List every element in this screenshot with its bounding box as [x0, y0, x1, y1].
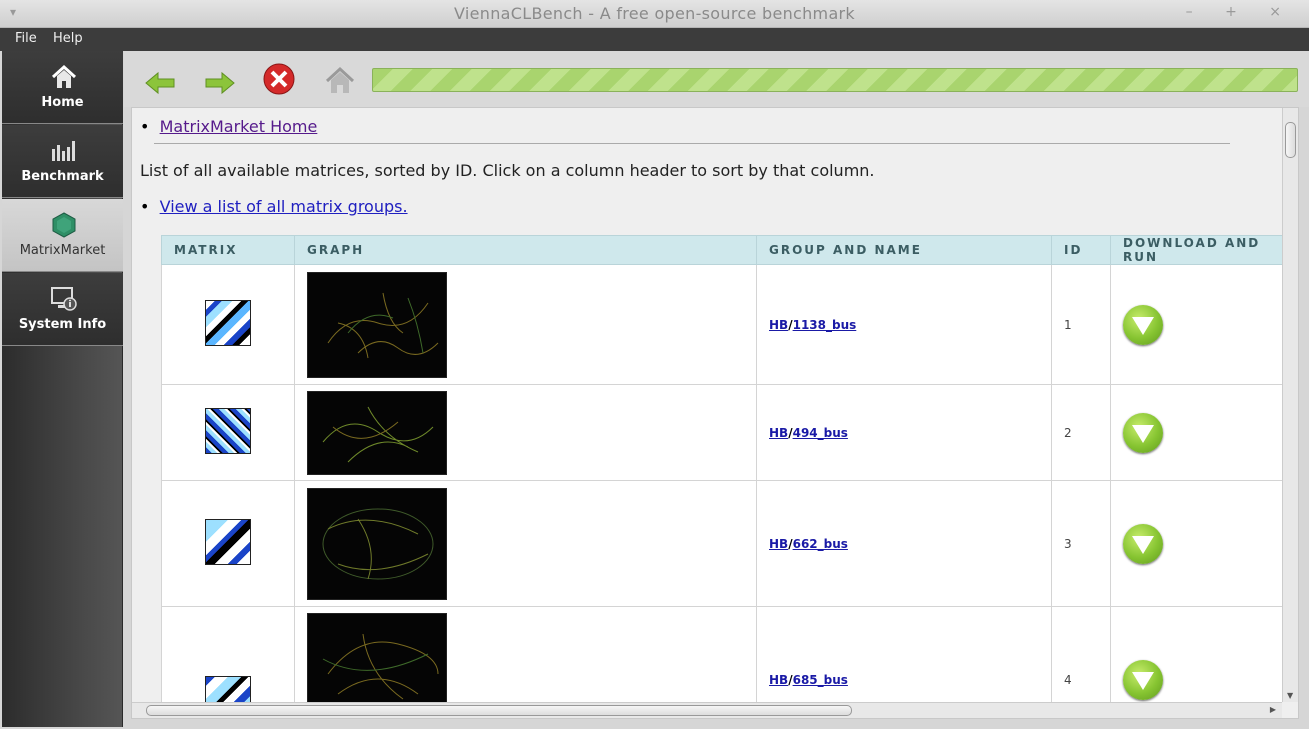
sidebar-item-system-info[interactable]: System Info	[2, 273, 123, 346]
matrix-groups-link[interactable]: View a list of all matrix groups.	[160, 197, 408, 216]
window-title: ViennaCLBench - A free open-source bench…	[454, 4, 855, 23]
sidebar-item-matrixmarket[interactable]: MatrixMarket	[2, 199, 123, 272]
table-row: HB/494_bus 2	[161, 384, 1282, 481]
matrix-graph-image[interactable]	[307, 487, 447, 600]
page-load-progress-bar	[372, 68, 1298, 92]
group-link[interactable]: HB	[769, 318, 788, 332]
matrix-id: 3	[1051, 480, 1111, 607]
bar-chart-icon	[52, 141, 75, 161]
matrix-sparsity-thumbnail[interactable]	[205, 676, 251, 702]
table-row: HB/662_bus 3	[161, 480, 1282, 607]
matrix-graph-image[interactable]	[307, 271, 447, 378]
sidebar-item-label: System Info	[18, 317, 107, 332]
vertical-scroll-thumb[interactable]	[1285, 122, 1296, 158]
horizontal-scrollbar[interactable]: ▶	[132, 702, 1282, 718]
matrix-id: 1	[1051, 264, 1111, 385]
web-view: • MatrixMarket Home List of all availabl…	[131, 107, 1299, 719]
download-and-run-button[interactable]	[1123, 412, 1163, 453]
scroll-right-arrow-icon[interactable]: ▶	[1270, 705, 1276, 714]
hexagon-icon	[52, 212, 76, 238]
matrix-name-link[interactable]: 494_bus	[793, 426, 848, 440]
group-link[interactable]: HB	[769, 426, 788, 440]
back-arrow-icon[interactable]	[140, 61, 180, 97]
matrix-sparsity-thumbnail[interactable]	[205, 518, 251, 565]
divider	[154, 143, 1230, 144]
horizontal-scroll-thumb[interactable]	[146, 705, 852, 716]
list-item: • MatrixMarket Home	[140, 117, 318, 136]
column-header-graph[interactable]: GRAPH	[294, 235, 757, 265]
matrix-id: 2	[1051, 384, 1111, 481]
stop-icon[interactable]	[260, 61, 300, 97]
download-and-run-button[interactable]	[1123, 523, 1163, 564]
vertical-scrollbar[interactable]: ▼	[1282, 108, 1298, 702]
column-header-download-and-run[interactable]: DOWNLOAD AND RUN	[1110, 235, 1282, 265]
menu-file[interactable]: File	[15, 31, 37, 46]
list-item: • View a list of all matrix groups.	[140, 197, 408, 216]
computer-info-icon	[51, 287, 77, 311]
matrix-graph-image[interactable]	[307, 390, 447, 475]
download-and-run-button[interactable]	[1123, 304, 1163, 345]
sidebar-item-label: MatrixMarket	[19, 243, 106, 258]
matrix-name-link[interactable]: 1138_bus	[793, 318, 857, 332]
menu-bar: File Help	[0, 28, 1309, 51]
toolbar	[124, 51, 1309, 107]
column-header-matrix[interactable]: MATRIX	[161, 235, 295, 265]
home-icon	[51, 64, 77, 88]
column-header-group-and-name[interactable]: GROUP AND NAME	[756, 235, 1052, 265]
sidebar-item-label: Home	[41, 95, 84, 110]
page-content: • MatrixMarket Home List of all availabl…	[132, 108, 1282, 702]
matrixmarket-home-link[interactable]: MatrixMarket Home	[160, 117, 318, 136]
matrix-id: 4	[1051, 606, 1111, 702]
matrix-name-link[interactable]: 662_bus	[793, 537, 848, 551]
title-bar: ▾ ViennaCLBench - A free open-source ben…	[0, 0, 1309, 28]
group-link[interactable]: HB	[769, 537, 788, 551]
window-controls[interactable]: – + ×	[1186, 4, 1295, 20]
intro-text: List of all available matrices, sorted b…	[140, 161, 875, 180]
column-header-id[interactable]: ID	[1051, 235, 1111, 265]
group-link[interactable]: HB	[769, 673, 788, 687]
menu-help[interactable]: Help	[53, 31, 83, 46]
scroll-down-arrow-icon[interactable]: ▼	[1287, 691, 1293, 700]
table-header-row: MATRIX GRAPH GROUP AND NAME ID DOWNLOAD …	[161, 235, 1282, 265]
sidebar-item-benchmark[interactable]: Benchmark	[2, 125, 123, 198]
matrix-table: MATRIX GRAPH GROUP AND NAME ID DOWNLOAD …	[161, 235, 1282, 702]
home-icon[interactable]	[320, 61, 360, 97]
forward-arrow-icon[interactable]	[200, 61, 240, 97]
sidebar: Home Benchmark MatrixMarket System Info	[2, 51, 123, 727]
download-and-run-button[interactable]	[1123, 659, 1163, 700]
sidebar-item-label: Benchmark	[21, 169, 104, 184]
table-row: HB/685_bus 4	[161, 606, 1282, 702]
matrix-sparsity-thumbnail[interactable]	[205, 299, 251, 346]
matrix-graph-image[interactable]	[307, 613, 447, 702]
table-row: HB/1138_bus 1	[161, 264, 1282, 385]
matrix-name-link[interactable]: 685_bus	[793, 673, 848, 687]
matrix-sparsity-thumbnail[interactable]	[205, 407, 251, 454]
sidebar-item-home[interactable]: Home	[2, 51, 123, 124]
